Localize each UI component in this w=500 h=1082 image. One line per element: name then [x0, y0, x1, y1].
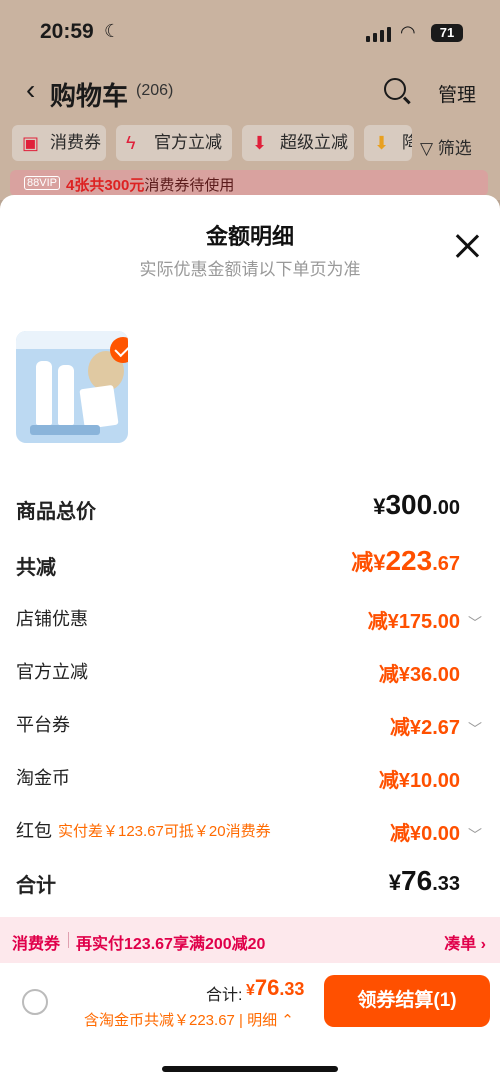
row-red-packet[interactable]: 红包 实付差￥123.67可抵￥20消费券 减¥0.00 ﹀ — [16, 817, 484, 857]
manage-button[interactable]: 管理 — [438, 80, 476, 107]
sheet-title: 金额明细 — [205, 224, 294, 249]
row-label: 商品总价 — [16, 501, 96, 523]
row-sum: 合计 ¥76.33 — [16, 865, 484, 909]
row-platform-coupon[interactable]: 平台券 减¥2.67 ﹀ — [16, 711, 484, 751]
chevron-down-icon: ﹀ — [468, 721, 482, 737]
coupon-icon: ▣ — [22, 133, 40, 153]
row-shop-discount[interactable]: 店铺优惠 减¥175.00 ﹀ — [16, 605, 484, 645]
row-value: ¥300.00 — [373, 489, 460, 520]
cart-header: ‹ 购物车 (206) 管理 — [0, 66, 500, 114]
filter-chip-coupon[interactable]: ▣ 消费券 — [12, 125, 106, 161]
cart-count: (206) — [136, 82, 174, 99]
row-taojinbi: 淘金币 减¥10.00 — [16, 764, 484, 804]
sheet-subtitle: 实际优惠金额请以下单页为准 — [139, 260, 361, 279]
promo-tag: 消费券 — [12, 936, 61, 953]
filter-chip-drop[interactable]: ⬇ 降 — [364, 125, 412, 161]
filter-chip-label: 降 — [402, 133, 412, 152]
product-image-bottle — [58, 365, 74, 425]
row-label: 共减 — [16, 557, 56, 579]
vip-banner[interactable]: 88VIP 4张共300元消费券待使用 — [10, 170, 488, 196]
filter-chip-label: 消费券 — [50, 133, 101, 152]
close-icon[interactable] — [454, 233, 480, 259]
detail-toggle[interactable]: 含淘金币共减￥223.67 | 明细 ⌃ — [84, 1009, 294, 1030]
filter-button[interactable]: ▽ 筛选 — [420, 134, 472, 159]
battery-icon: 71 — [431, 24, 463, 42]
row-total-reduce: 共减 减¥223.67 — [16, 545, 484, 591]
product-image-pack — [79, 384, 119, 430]
filter-chip-super[interactable]: ⬇ 超级立减 — [242, 125, 354, 161]
page-title: 购物车 — [50, 81, 129, 111]
back-icon[interactable]: ‹ — [26, 74, 35, 106]
filter-chip-label: 超级立减 — [280, 133, 348, 152]
row-value: 减¥175.00 — [367, 611, 460, 633]
row-value: 减¥10.00 — [378, 770, 460, 792]
status-time: 20:59 — [40, 20, 94, 43]
status-bar: 20:59 ☾ ◠ 71 — [0, 0, 500, 66]
lightning-icon: ϟ — [126, 133, 136, 153]
search-icon[interactable] — [384, 78, 406, 100]
row-label: 淘金币 — [16, 768, 70, 788]
total-value: ¥76.33 — [246, 975, 305, 1000]
row-value: 减¥2.67 — [389, 717, 460, 739]
red-packet-note: 实付差￥123.67可抵￥20消费券 — [58, 823, 271, 840]
signal-icon — [366, 26, 392, 42]
total-label: 合计: — [206, 987, 243, 1004]
wifi-icon: ◠ — [400, 22, 416, 42]
row-official-discount: 官方立减 减¥36.00 — [16, 658, 484, 698]
row-label: 官方立减 — [16, 662, 88, 682]
product-thumbnail[interactable] — [16, 331, 128, 443]
vip-highlight: 4张共300元 — [66, 177, 145, 194]
home-indicator — [162, 1066, 338, 1072]
checkout-button[interactable]: 领券结算(1) — [324, 975, 490, 1027]
filter-bar: ▣ 消费券 ϟ 官方立减 ⬇ 超级立减 ⬇ 降 ▽ 筛选 — [0, 120, 500, 166]
row-value: 减¥0.00 — [389, 823, 460, 845]
checkout-bar: 合计: ¥76.33 含淘金币共减￥223.67 | 明细 ⌃ 领券结算(1) — [0, 963, 500, 1082]
row-label: 红包 — [16, 821, 52, 841]
row-label: 平台券 — [16, 715, 70, 735]
product-image-base — [30, 425, 100, 435]
row-label: 合计 — [16, 875, 56, 897]
add-items-link[interactable]: 凑单 › — [444, 930, 486, 954]
chevron-down-icon: ﹀ — [468, 827, 482, 843]
row-label: 店铺优惠 — [16, 609, 88, 629]
chevron-down-icon: ﹀ — [468, 615, 482, 631]
promo-divider — [68, 932, 69, 948]
arrow-down-icon: ⬇ — [374, 133, 390, 153]
vip-text: 4张共300元消费券待使用 — [66, 174, 234, 195]
filter-chip-label: 官方立减 — [154, 133, 222, 152]
vip-badge: 88VIP — [24, 176, 60, 190]
coupon-promo-bar[interactable]: 消费券 再实付123.67享满200减20 凑单 › — [0, 917, 500, 963]
select-all-radio[interactable] — [22, 989, 48, 1015]
row-value: 减¥36.00 — [378, 664, 460, 686]
filter-chip-official[interactable]: ϟ 官方立减 — [116, 125, 232, 161]
row-total-price: 商品总价 ¥300.00 — [16, 489, 484, 535]
moon-icon: ☾ — [104, 21, 121, 41]
arrow-down-icon: ⬇ — [252, 133, 268, 153]
product-image-bottle — [36, 361, 52, 425]
row-value: 减¥223.67 — [351, 545, 460, 576]
vip-text-rest: 消费券待使用 — [144, 177, 235, 194]
filter-label: 筛选 — [437, 139, 472, 158]
row-value: ¥76.33 — [388, 865, 460, 896]
promo-text: 再实付123.67享满200减20 — [76, 936, 266, 953]
